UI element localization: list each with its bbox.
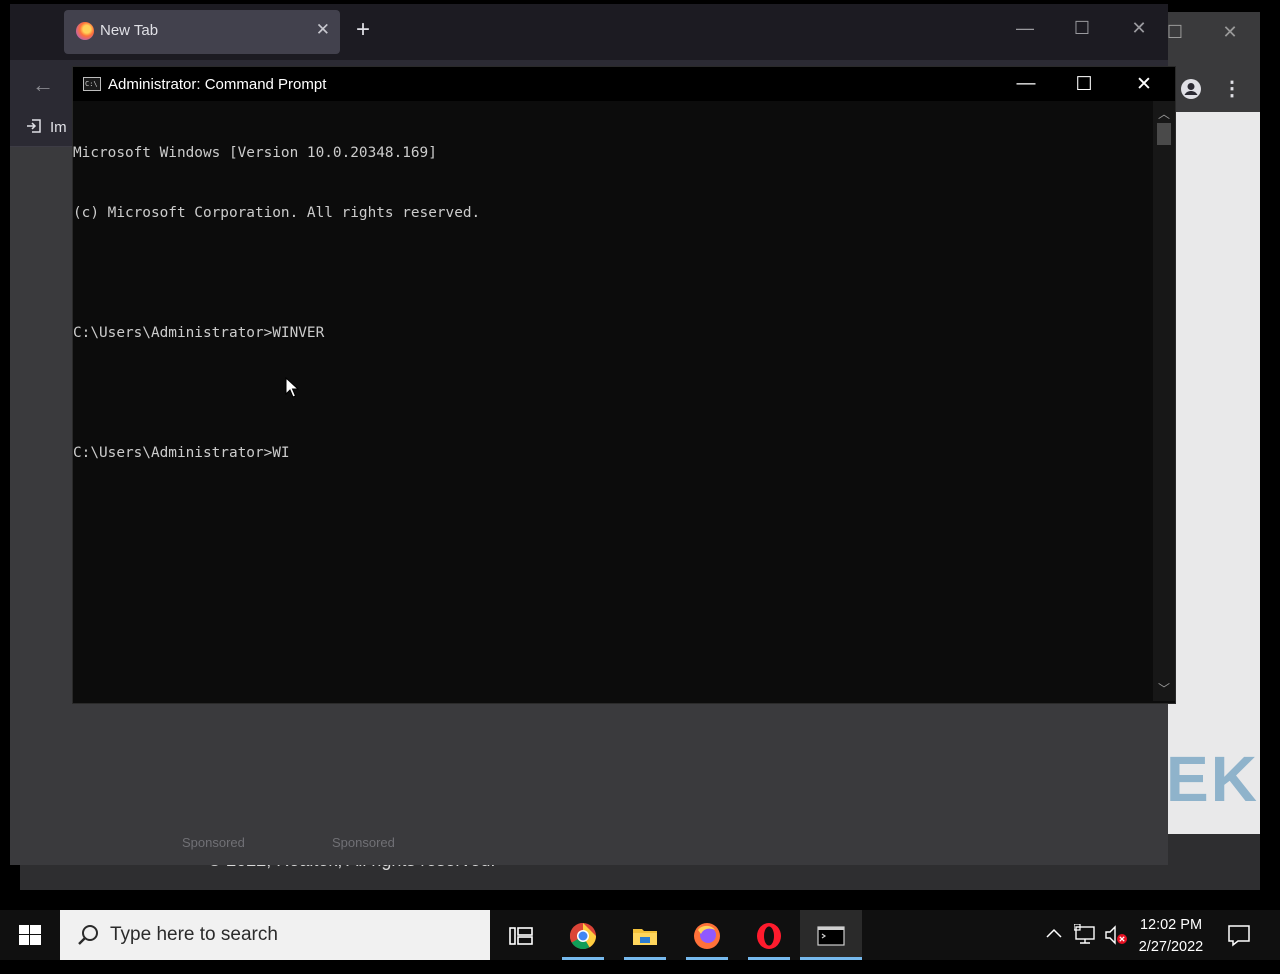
account-icon[interactable] bbox=[1180, 78, 1202, 100]
command-prompt-icon bbox=[817, 926, 845, 946]
bg-close-icon[interactable]: ✕ bbox=[1218, 22, 1242, 43]
command-prompt-taskbar-button[interactable] bbox=[800, 910, 862, 960]
cmd-maximize-icon[interactable]: ☐ bbox=[1069, 73, 1099, 96]
browser-close-icon[interactable]: ✕ bbox=[1124, 18, 1154, 39]
show-hidden-icons-chevron-icon[interactable] bbox=[1044, 924, 1064, 974]
clock-date: 2/27/2022 bbox=[1138, 939, 1204, 955]
browser-minimize-icon[interactable]: — bbox=[1010, 18, 1040, 39]
file-explorer-taskbar-button[interactable] bbox=[614, 910, 676, 960]
windows-logo-icon bbox=[19, 925, 41, 945]
taskbar: Type here to search 12:02 PM 2/27/2022 bbox=[0, 910, 1280, 960]
opera-icon bbox=[757, 923, 781, 949]
volume-muted-icon[interactable] bbox=[1104, 924, 1128, 974]
folder-icon bbox=[633, 929, 657, 945]
firefox-favicon-icon bbox=[76, 22, 94, 40]
tab-title: New Tab bbox=[100, 22, 159, 39]
taskbar-clock[interactable]: 12:02 PM 2/27/2022 bbox=[1132, 914, 1210, 958]
tab-new-tab[interactable]: New Tab ✕ bbox=[64, 10, 340, 54]
cmd-window-title: Administrator: Command Prompt bbox=[108, 76, 327, 93]
console-input-line[interactable]: C:\Users\Administrator>WI bbox=[73, 443, 1153, 463]
clock-time: 12:02 PM bbox=[1139, 917, 1203, 933]
scrollbar-thumb[interactable] bbox=[1157, 123, 1171, 145]
mouse-cursor-icon bbox=[285, 376, 300, 404]
opera-taskbar-button[interactable] bbox=[738, 910, 800, 960]
back-arrow-icon[interactable]: ← bbox=[32, 72, 54, 98]
sponsored-label-1: Sponsored bbox=[182, 835, 245, 850]
action-center-button[interactable] bbox=[1226, 923, 1252, 947]
firefox-taskbar-button[interactable] bbox=[676, 910, 738, 960]
tab-close-icon[interactable]: ✕ bbox=[316, 20, 330, 40]
cmd-titlebar[interactable]: C:\ Administrator: Command Prompt — ☐ ✕ bbox=[73, 67, 1175, 101]
notification-icon bbox=[1228, 925, 1250, 947]
import-icon[interactable] bbox=[26, 118, 42, 134]
command-prompt-window: C:\ Administrator: Command Prompt — ☐ ✕ … bbox=[72, 66, 1176, 704]
console-line: C:\Users\Administrator>WINVER bbox=[73, 325, 325, 341]
start-button[interactable] bbox=[0, 910, 60, 960]
tab-strip: New Tab ✕ + — ☐ ✕ bbox=[10, 4, 1168, 60]
taskbar-search-box[interactable]: Type here to search bbox=[60, 910, 490, 960]
network-icon[interactable] bbox=[1073, 923, 1096, 974]
task-view-icon bbox=[509, 927, 533, 945]
cmd-close-icon[interactable]: ✕ bbox=[1129, 73, 1159, 96]
new-tab-plus-icon[interactable]: + bbox=[356, 18, 370, 42]
cmd-minimize-icon[interactable]: — bbox=[1011, 73, 1041, 95]
firefox-icon bbox=[694, 923, 720, 949]
console-output[interactable]: Microsoft Windows [Version 10.0.20348.16… bbox=[73, 101, 1153, 703]
browser-maximize-icon[interactable]: ☐ bbox=[1067, 18, 1097, 39]
search-placeholder: Type here to search bbox=[110, 924, 278, 945]
cmd-app-icon[interactable]: C:\ bbox=[83, 77, 101, 91]
scroll-down-arrow-icon[interactable]: ﹀ bbox=[1153, 680, 1175, 697]
console-line: (c) Microsoft Corporation. All rights re… bbox=[73, 205, 481, 221]
chrome-icon bbox=[569, 922, 597, 950]
task-view-button[interactable] bbox=[490, 910, 552, 960]
scroll-up-arrow-icon[interactable]: ︿ bbox=[1153, 105, 1175, 122]
cmd-scrollbar[interactable]: ︿ ﹀ bbox=[1153, 101, 1175, 701]
search-icon bbox=[78, 925, 98, 945]
bg-page-content bbox=[1168, 112, 1260, 834]
chrome-taskbar-button[interactable] bbox=[552, 910, 614, 960]
sponsored-label-2: Sponsored bbox=[332, 835, 395, 850]
realtek-logo-fragment: EK bbox=[1166, 743, 1259, 815]
console-line: Microsoft Windows [Version 10.0.20348.16… bbox=[73, 145, 437, 161]
import-bookmarks-label[interactable]: Im bbox=[50, 119, 67, 136]
kebab-menu-icon[interactable]: ⋮ bbox=[1222, 78, 1242, 100]
